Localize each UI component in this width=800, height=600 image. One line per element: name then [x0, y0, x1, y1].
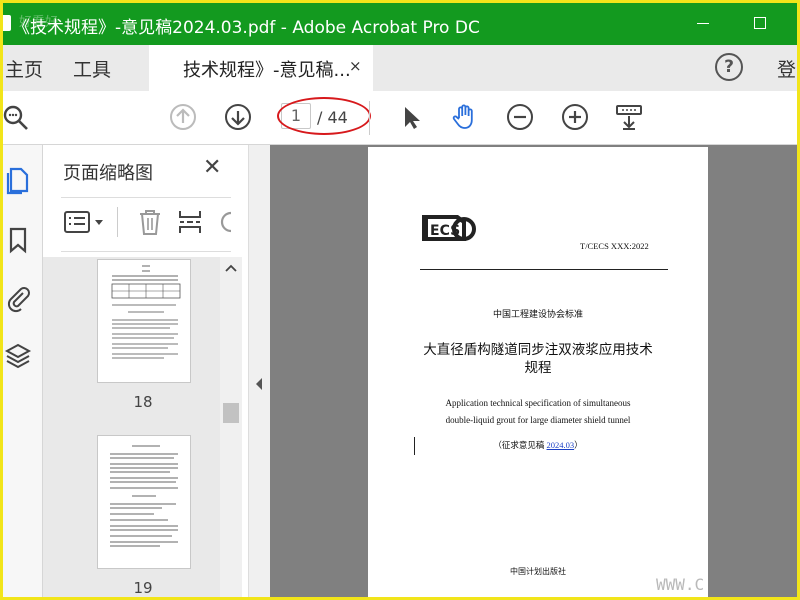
minimize-button[interactable]	[697, 23, 709, 24]
document-title-en: Application technical specification of s…	[408, 395, 668, 429]
panel-tool-separator	[117, 207, 118, 237]
attachment-icon[interactable]	[3, 283, 33, 313]
tab-tools[interactable]: 工具	[73, 55, 111, 82]
panel-divider	[61, 197, 231, 198]
document-tab[interactable]: 技术规程》-意见稿... ×	[149, 45, 373, 91]
panel-divider	[61, 251, 231, 252]
header-rule	[420, 269, 668, 270]
document-page: ECS T/CECS XXX:2022 中国工程建设协会标准 大直径盾构隧道同步…	[368, 147, 708, 597]
delete-page-icon[interactable]	[137, 207, 163, 237]
login-button[interactable]: 登	[777, 55, 796, 82]
association-label: 中国工程建设协会标准	[492, 310, 583, 320]
maximize-button[interactable]	[754, 17, 766, 29]
thumbnail-page-18-label: 18	[133, 393, 153, 411]
zoom-out-icon[interactable]	[506, 103, 534, 131]
scroll-up-icon[interactable]	[225, 263, 237, 273]
thumbnail-list[interactable]: 18 19	[43, 257, 220, 597]
ecs-logo: ECS	[422, 215, 476, 241]
bookmark-icon[interactable]	[3, 225, 33, 255]
thumbnail-scrollbar[interactable]	[220, 257, 242, 597]
thumbnail-page-18-preview	[111, 265, 181, 359]
site-watermark: WWW.C	[656, 575, 705, 594]
draft-suffix: ）	[574, 440, 583, 450]
thumbnail-page-19-label: 19	[133, 579, 153, 597]
collapse-arrow-icon[interactable]	[254, 377, 264, 391]
toolbar-separator	[369, 101, 370, 135]
tab-home[interactable]: 主页	[5, 55, 43, 82]
title-bar: 《技术规程》-意见稿2024.03.pdf - Adobe Acrobat Pr…	[3, 3, 797, 45]
document-title-en-line1: Application technical specification of s…	[445, 398, 631, 408]
fit-page-icon[interactable]	[615, 103, 643, 131]
panel-title: 页面缩略图	[63, 163, 153, 184]
window-title: 《技术规程》-意见稿2024.03.pdf - Adobe Acrobat Pr…	[13, 18, 480, 38]
document-tab-label: 技术规程》-意见稿...	[183, 60, 351, 81]
svg-text:ECS: ECS	[430, 223, 460, 239]
thumbnail-page-19-preview	[110, 445, 178, 547]
menu-tab-bar: 主页 工具 技术规程》-意见稿... × ? 登	[3, 45, 797, 91]
extract-page-icon[interactable]	[177, 207, 203, 237]
pdf-file-icon	[3, 15, 11, 31]
draft-prefix: （征求意见稿	[493, 440, 547, 450]
help-icon[interactable]: ?	[715, 53, 743, 81]
document-tab-close-button[interactable]: ×	[349, 57, 362, 75]
previous-page-icon[interactable]	[169, 103, 197, 131]
select-arrow-icon[interactable]	[397, 103, 425, 131]
zoom-in-icon[interactable]	[561, 103, 589, 131]
title-watermark: 好看好	[19, 15, 59, 30]
next-page-icon[interactable]	[224, 103, 252, 131]
red-annotation-ellipse	[277, 97, 371, 135]
document-title-cn: 大直径盾构隧道同步注双液浆应用技术规程	[423, 342, 653, 376]
scrollbar-thumb[interactable]	[223, 403, 239, 423]
thumbnail-page-18[interactable]	[97, 259, 191, 383]
thumbnail-options-icon[interactable]	[63, 209, 107, 235]
standard-code: T/CECS XXX:2022	[580, 241, 649, 251]
hand-tool-icon[interactable]	[451, 103, 479, 131]
search-icon[interactable]	[1, 103, 29, 131]
panel-close-button[interactable]: ✕	[203, 155, 221, 180]
navigation-rail	[3, 145, 43, 597]
page-thumbnails-icon[interactable]	[3, 165, 33, 195]
rotate-page-icon[interactable]	[217, 209, 235, 235]
document-viewer[interactable]: ECS T/CECS XXX:2022 中国工程建设协会标准 大直径盾构隧道同步…	[270, 145, 797, 597]
window-frame: 《技术规程》-意见稿2024.03.pdf - Adobe Acrobat Pr…	[0, 0, 800, 600]
draft-note: （征求意见稿 2024.03）	[368, 439, 708, 451]
panel-collapse-handle[interactable]	[248, 145, 270, 597]
thumbnail-page-19[interactable]	[97, 435, 191, 569]
thumbnail-panel: 页面缩略图 ✕ 18 19	[43, 145, 248, 597]
draft-date-link[interactable]: 2024.03	[547, 440, 575, 450]
toolbar: 1 / 44	[3, 91, 797, 145]
document-title-en-line2: double-liquid grout for large diameter s…	[445, 415, 631, 425]
layers-icon[interactable]	[3, 341, 33, 371]
